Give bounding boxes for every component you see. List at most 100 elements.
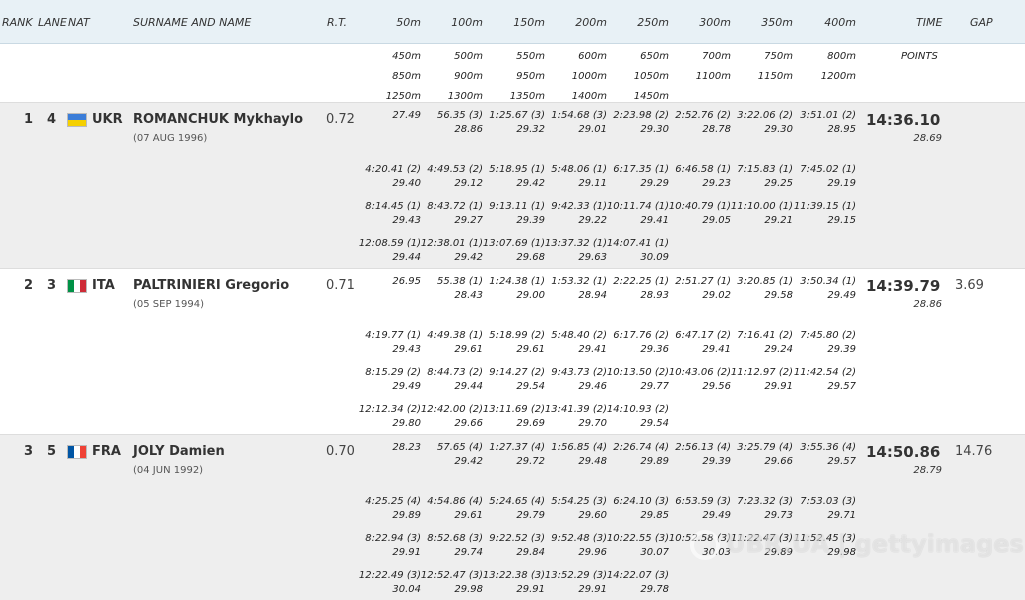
lap-time: 29.39 (827, 344, 856, 355)
lap-time: 29.19 (827, 178, 856, 189)
lap-time: 29.71 (827, 510, 856, 521)
lap-time: 30.09 (640, 252, 669, 263)
split-distance-label: 1050m (633, 71, 669, 82)
header-gap: GAP (970, 16, 993, 29)
split-cell: 11:39.15 (1) 29.15 (736, 200, 856, 228)
lap-time: 29.54 (640, 418, 669, 429)
country-flag-icon (67, 113, 87, 127)
header-time: TIME (916, 16, 943, 29)
cumulative-time: 3:51.01 (2) (800, 110, 856, 121)
cumulative-time: 14:10.93 (2) (606, 404, 669, 415)
header-rank: RANK (2, 16, 33, 29)
split-distance-label: 1450m (633, 91, 669, 102)
final-time: 14:36.10 (866, 111, 941, 129)
results-table-header: RANK LANE NAT SURNAME AND NAME R.T. TIME… (0, 0, 1025, 44)
header-nat: NAT (68, 16, 90, 29)
lap-time: 29.78 (640, 584, 669, 595)
final-time: 14:50.86 (866, 443, 941, 461)
split-distance-header: POINTS 450m 500m 550m 600m 650m 700m 750m 800m 8… (0, 44, 1025, 102)
header-split-3: 200m (575, 16, 607, 29)
split-distance-label: 900m (454, 71, 483, 82)
header-split-2: 150m (513, 16, 545, 29)
date-of-birth: (04 JUN 1992) (133, 465, 204, 476)
gap: 14.76 (955, 444, 993, 459)
lap-time: 28.95 (827, 124, 856, 135)
split-distance-label: 1100m (695, 71, 731, 82)
nationality: ITA (92, 278, 115, 293)
athlete-name[interactable]: JOLY Damien (133, 444, 225, 459)
lane: 4 (47, 112, 57, 127)
split-cell: 7:53.03 (3) 29.71 (736, 495, 856, 523)
split-distance-label: 950m (516, 71, 545, 82)
athlete-row[interactable]: 1 4 UKR ROMANCHUK Mykhaylo (07 AUG 1996) 0.72… (0, 102, 1025, 268)
split-distance-label: 750m (764, 51, 793, 62)
split-distance-label: 550m (516, 51, 545, 62)
nationality: UKR (92, 112, 123, 127)
split-distance-label: 800m (827, 51, 856, 62)
cumulative-time: 3:50.34 (1) (800, 276, 856, 287)
cumulative-time: 7:45.80 (2) (800, 330, 856, 341)
split-cell: 14:07.41 (1) 30.09 (549, 237, 669, 265)
lap-time: 29.57 (827, 381, 856, 392)
split-distance-label: 1200m (820, 71, 856, 82)
split-distance-label: 500m (454, 51, 483, 62)
header-name: SURNAME AND NAME (133, 16, 252, 29)
header-split-5: 300m (699, 16, 731, 29)
split-cell: 7:45.02 (1) 29.19 (736, 163, 856, 191)
final-time: 14:39.79 (866, 277, 941, 295)
country-flag-icon (67, 279, 87, 293)
lap-time: 29.49 (827, 290, 856, 301)
split-cell: 3:51.01 (2) 28.95 (736, 109, 856, 137)
nationality: FRA (92, 444, 121, 459)
split-distance-label: 650m (640, 51, 669, 62)
points: 28.79 (913, 465, 942, 476)
split-distance-label: 1300m (447, 91, 483, 102)
split-cell: 3:50.34 (1) 29.49 (736, 275, 856, 303)
athlete-name[interactable]: PALTRINIERI Gregorio (133, 278, 289, 293)
split-cell: 11:52.45 (3) 29.98 (736, 532, 856, 560)
split-distance-label: 700m (702, 51, 731, 62)
date-of-birth: (05 SEP 1994) (133, 299, 205, 310)
cumulative-time: 7:53.03 (3) (800, 496, 856, 507)
header-split-1: 100m (451, 16, 483, 29)
rank: 1 (24, 112, 34, 127)
country-flag-icon (67, 445, 87, 459)
split-cell: 11:42.54 (2) 29.57 (736, 366, 856, 394)
split-distance-label: 450m (392, 51, 421, 62)
date-of-birth: (07 AUG 1996) (133, 133, 208, 144)
lap-time: 29.15 (827, 215, 856, 226)
split-distance-label: 1150m (757, 71, 793, 82)
lane: 5 (47, 444, 57, 459)
cumulative-time: 7:45.02 (1) (800, 164, 856, 175)
header-lane: LANE (38, 16, 67, 29)
athlete-row[interactable]: 3 5 FRA JOLY Damien (04 JUN 1992) 0.70 14:50.8… (0, 434, 1025, 600)
rank: 3 (24, 444, 34, 459)
header-points: POINTS (901, 51, 938, 62)
split-cell: 7:45.80 (2) 29.39 (736, 329, 856, 357)
lap-time: 29.57 (827, 456, 856, 467)
athlete-name[interactable]: ROMANCHUK Mykhaylo (133, 112, 303, 127)
split-distance-label: 1400m (571, 91, 607, 102)
split-cell: 14:10.93 (2) 29.54 (549, 403, 669, 431)
lane: 3 (47, 278, 57, 293)
cumulative-time: 3:55.36 (4) (800, 442, 856, 453)
rank: 2 (24, 278, 34, 293)
split-cell: 14:22.07 (3) 29.78 (549, 569, 669, 597)
points: 28.69 (913, 133, 942, 144)
header-split-4: 250m (637, 16, 669, 29)
split-distance-label: 1350m (509, 91, 545, 102)
split-distance-label: 1250m (385, 91, 421, 102)
header-split-7: 400m (824, 16, 856, 29)
points: 28.86 (913, 299, 942, 310)
split-cell: 3:55.36 (4) 29.57 (736, 441, 856, 469)
split-distance-label: 600m (578, 51, 607, 62)
cumulative-time: 11:39.15 (1) (793, 201, 856, 212)
header-split-6: 350m (761, 16, 793, 29)
cumulative-time: 11:42.54 (2) (793, 367, 856, 378)
gap: 3.69 (955, 278, 984, 293)
athlete-row[interactable]: 2 3 ITA PALTRINIERI Gregorio (05 SEP 1994) 0.… (0, 268, 1025, 434)
cumulative-time: 14:07.41 (1) (606, 238, 669, 249)
header-rt: R.T. (327, 16, 348, 29)
cumulative-time: 14:22.07 (3) (606, 570, 669, 581)
header-split-0: 50m (396, 16, 421, 29)
